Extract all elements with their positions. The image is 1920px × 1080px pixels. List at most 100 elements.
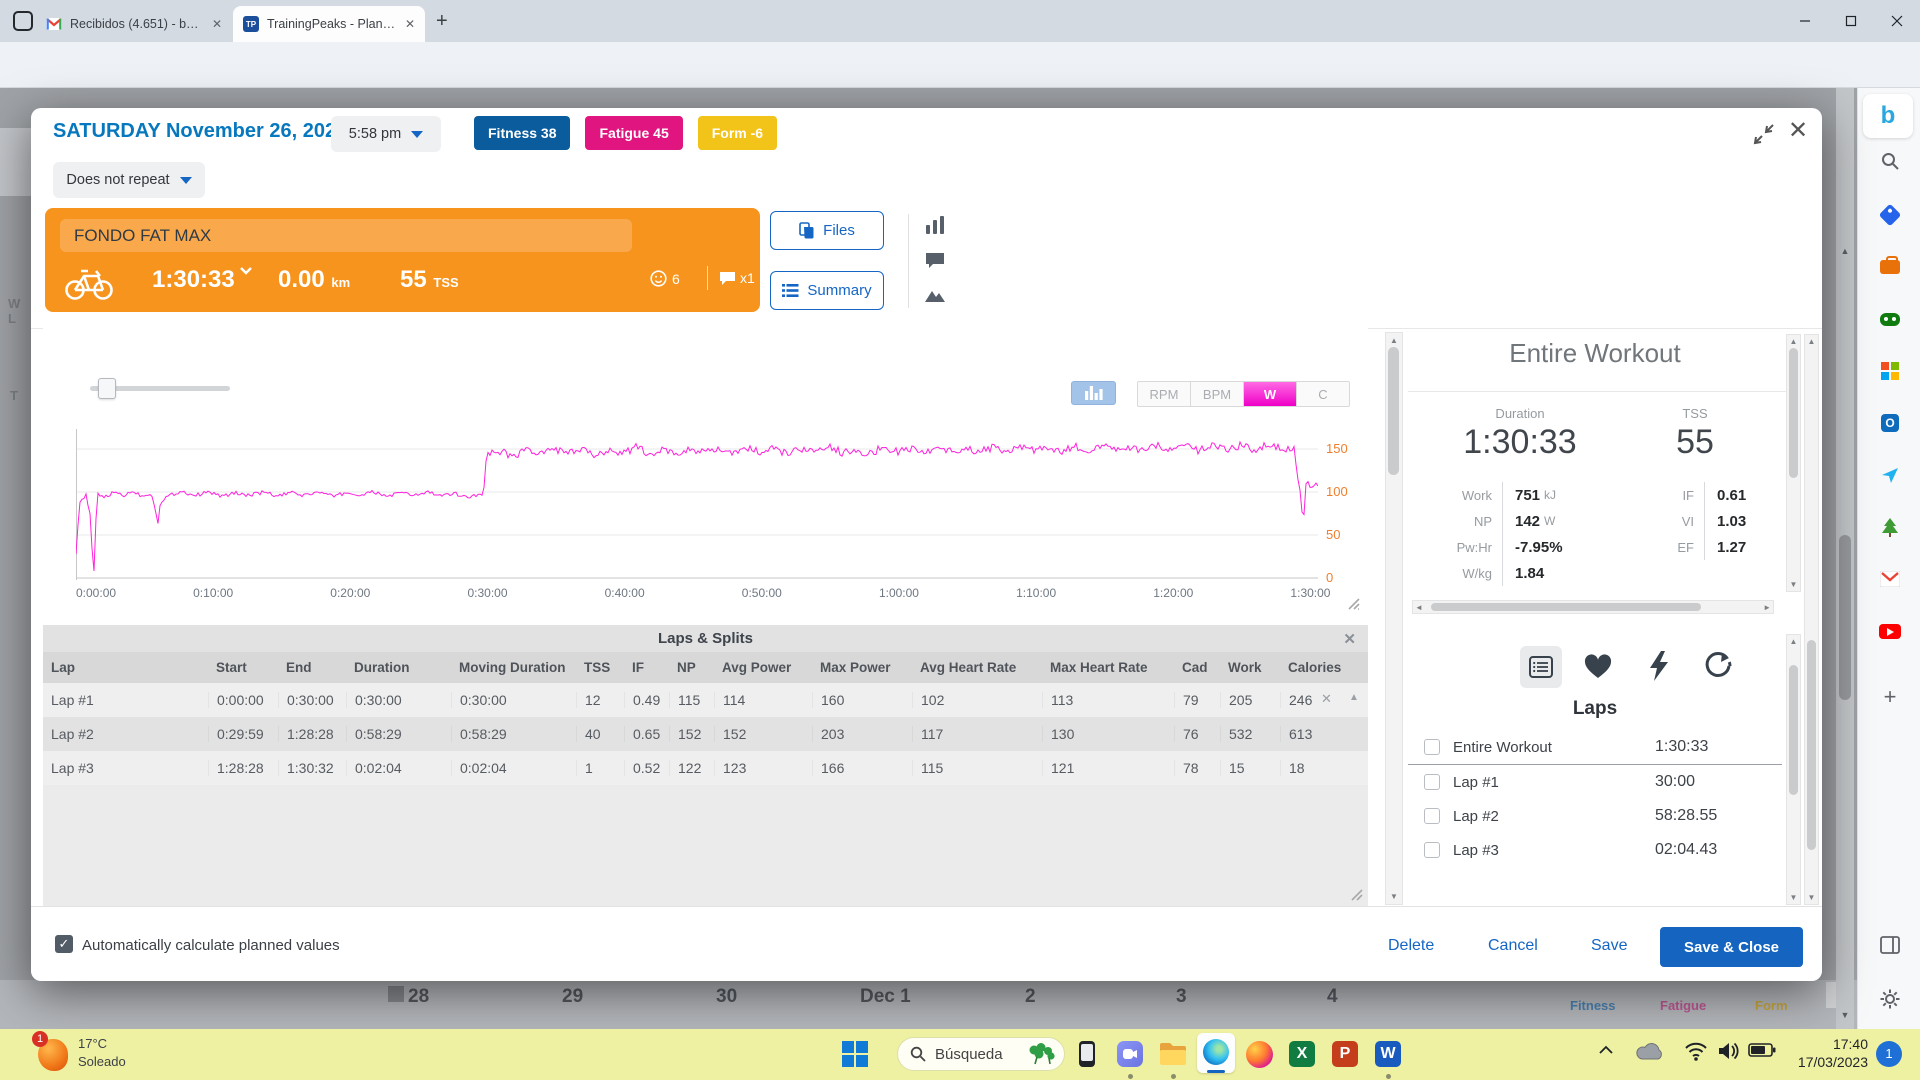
- close-icon[interactable]: ✕: [1788, 116, 1808, 145]
- outlook-icon[interactable]: O: [1877, 410, 1903, 436]
- lap-checkbox[interactable]: [1424, 842, 1440, 858]
- resize-handle-icon[interactable]: [1349, 887, 1363, 901]
- cadence-tab[interactable]: [1703, 651, 1733, 681]
- workout-distance[interactable]: 0.00 km: [278, 266, 350, 294]
- tree-icon[interactable]: [1877, 514, 1903, 540]
- laps-table-column-header[interactable]: Lap: [43, 660, 208, 675]
- search-icon[interactable]: [1877, 148, 1903, 174]
- add-sidebar-app-icon[interactable]: +: [1877, 684, 1903, 710]
- table-row[interactable]: Lap #20:29:591:28:280:58:290:58:29400.65…: [43, 717, 1368, 751]
- scroll-down-icon[interactable]: ▼: [1805, 893, 1818, 902]
- page-scrollbar[interactable]: ▲ ▼: [1836, 88, 1854, 1029]
- delete-button[interactable]: Delete: [1388, 937, 1434, 955]
- weather-icon[interactable]: 1: [34, 1035, 68, 1073]
- wifi-icon[interactable]: [1684, 1041, 1708, 1061]
- new-tab-button[interactable]: +: [436, 10, 448, 33]
- workout-title-input[interactable]: [60, 219, 632, 252]
- word-app-icon[interactable]: W: [1371, 1037, 1405, 1071]
- scroll-down-icon[interactable]: ▼: [1386, 892, 1402, 901]
- tray-expand-icon[interactable]: [1598, 1045, 1614, 1055]
- list-item[interactable]: Entire Workout1:30:33: [1408, 730, 1782, 765]
- laps-scrollbar[interactable]: ▲ ▼: [1786, 634, 1801, 905]
- shopping-icon[interactable]: [1877, 202, 1903, 228]
- clock-time[interactable]: 17:40: [1790, 1036, 1868, 1052]
- powerpoint-app-icon[interactable]: P: [1328, 1037, 1362, 1071]
- channel-toggle-c[interactable]: C: [1296, 382, 1349, 406]
- laps-table-column-header[interactable]: Avg Heart Rate: [912, 660, 1042, 675]
- laps-list-tab[interactable]: [1520, 646, 1562, 688]
- files-button[interactable]: Files: [770, 211, 884, 250]
- save-button[interactable]: Save: [1591, 937, 1627, 955]
- scroll-thumb[interactable]: [1789, 348, 1798, 478]
- tab-close-icon[interactable]: ✕: [405, 17, 415, 31]
- gmail-icon[interactable]: [1877, 566, 1903, 592]
- scroll-left-icon[interactable]: ◄: [1415, 603, 1423, 612]
- content-scrollbar[interactable]: ▲ ▼: [1385, 332, 1403, 905]
- summary-button[interactable]: Summary: [770, 271, 884, 310]
- scroll-up-icon[interactable]: ▲: [1349, 692, 1359, 703]
- notification-badge[interactable]: 1: [1876, 1041, 1902, 1067]
- workout-tss[interactable]: 55 TSS: [400, 266, 459, 294]
- tab-actions-icon[interactable]: [13, 11, 33, 31]
- games-icon[interactable]: [1877, 306, 1903, 332]
- laps-table-column-header[interactable]: NP: [669, 660, 714, 675]
- scroll-up-icon[interactable]: ▲: [1787, 337, 1800, 346]
- comment-detail-icon[interactable]: [925, 252, 945, 269]
- laps-table-column-header[interactable]: Work: [1220, 660, 1280, 675]
- browser-sphere-app-icon[interactable]: [1242, 1037, 1276, 1071]
- list-item[interactable]: Lap #302:04.43: [1408, 833, 1782, 867]
- chart-plot-area[interactable]: [76, 429, 1318, 580]
- close-icon[interactable]: ✕: [1321, 691, 1332, 707]
- scroll-down-icon[interactable]: ▼: [1836, 1010, 1854, 1020]
- phone-link-app-icon[interactable]: [1070, 1037, 1104, 1071]
- collapse-icon[interactable]: [1752, 122, 1776, 146]
- clock-date[interactable]: 17/03/2023: [1790, 1054, 1868, 1070]
- scroll-thumb[interactable]: [1807, 640, 1816, 850]
- close-icon[interactable]: ✕: [1343, 630, 1356, 648]
- sidebar-panel-icon[interactable]: [1877, 932, 1903, 958]
- auto-calc-checkbox[interactable]: ✓: [55, 935, 73, 953]
- microsoft-365-icon[interactable]: [1877, 358, 1903, 384]
- workout-duration[interactable]: 1:30:33: [152, 266, 253, 294]
- elevation-icon[interactable]: [925, 288, 945, 302]
- tab-trainingpeaks[interactable]: TP TrainingPeaks - Plan your training ✕: [233, 6, 425, 42]
- lap-checkbox[interactable]: [1424, 739, 1440, 755]
- scroll-down-icon[interactable]: ▼: [1787, 893, 1800, 902]
- laps-table-column-header[interactable]: TSS: [576, 660, 624, 675]
- tab-gmail[interactable]: Recibidos (4.651) - barbadocyclin ✕: [36, 6, 232, 42]
- chart-detail-icon[interactable]: [925, 216, 945, 234]
- start-button[interactable]: [838, 1037, 872, 1071]
- tools-icon[interactable]: [1877, 254, 1903, 280]
- youtube-icon[interactable]: [1877, 618, 1903, 644]
- lap-checkbox[interactable]: [1424, 808, 1440, 824]
- list-item[interactable]: Lap #258:28.55: [1408, 799, 1782, 833]
- laps-table-column-header[interactable]: Avg Power: [714, 660, 812, 675]
- bing-discover-icon[interactable]: b: [1863, 94, 1913, 138]
- channel-toggle-bpm[interactable]: BPM: [1190, 382, 1243, 406]
- panel-scrollbar[interactable]: ▲ ▼: [1804, 334, 1819, 905]
- laps-table-column-header[interactable]: Max Power: [812, 660, 912, 675]
- scroll-thumb[interactable]: [1839, 535, 1851, 700]
- designer-icon[interactable]: [1877, 462, 1903, 488]
- heart-rate-tab[interactable]: [1584, 654, 1612, 680]
- summary-hscrollbar[interactable]: ◄ ►: [1412, 600, 1774, 614]
- laps-table-column-header[interactable]: Max Heart Rate: [1042, 660, 1174, 675]
- cancel-button[interactable]: Cancel: [1488, 937, 1538, 955]
- scroll-up-icon[interactable]: ▲: [1805, 337, 1818, 346]
- taskbar-search[interactable]: Búsqueda: [897, 1037, 1065, 1071]
- scroll-thumb[interactable]: [1388, 347, 1399, 475]
- settings-gear-icon[interactable]: [1877, 986, 1903, 1012]
- file-explorer-icon[interactable]: [1156, 1037, 1190, 1071]
- scroll-up-icon[interactable]: ▲: [1836, 246, 1854, 256]
- window-minimize-button[interactable]: [1782, 0, 1828, 42]
- save-close-button[interactable]: Save & Close: [1660, 927, 1803, 967]
- channel-toggle-rpm[interactable]: RPM: [1138, 382, 1190, 406]
- battery-icon[interactable]: [1748, 1043, 1776, 1057]
- scroll-thumb[interactable]: [1431, 603, 1701, 611]
- scroll-down-icon[interactable]: ▼: [1787, 580, 1800, 589]
- resize-handle-icon[interactable]: [1346, 596, 1360, 610]
- comments-indicator[interactable]: x1: [719, 270, 755, 286]
- chart-type-button[interactable]: [1071, 381, 1116, 405]
- edge-app-active-card[interactable]: [1197, 1033, 1235, 1073]
- table-row[interactable]: Lap #31:28:281:30:320:02:040:02:0410.521…: [43, 751, 1368, 785]
